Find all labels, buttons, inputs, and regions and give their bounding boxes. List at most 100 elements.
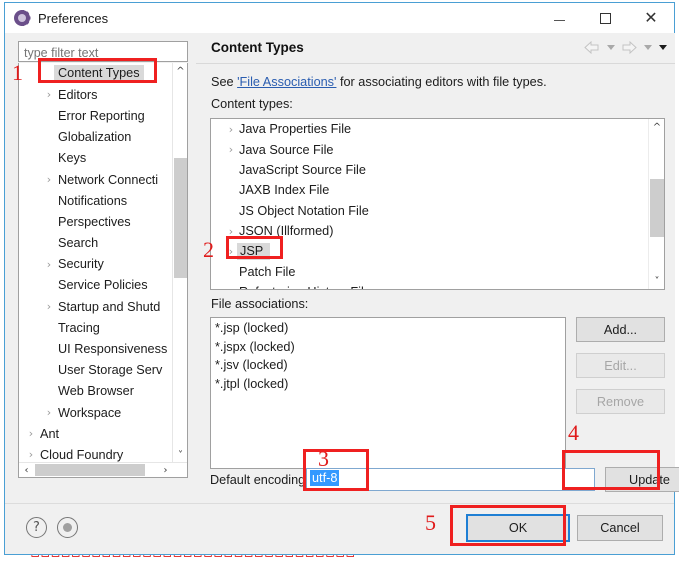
- content-type-label: JavaScript Source File: [239, 162, 366, 177]
- sidebar-item-label: UI Responsiveness: [58, 342, 168, 357]
- sidebar-item-keys[interactable]: Keys: [19, 148, 173, 169]
- preferences-gear-icon: [14, 10, 30, 26]
- tree-hscrollbar-thumb[interactable]: [35, 464, 145, 476]
- file-association-row[interactable]: *.jspx (locked): [215, 340, 565, 359]
- file-association-row[interactable]: *.jsp (locked): [215, 321, 565, 340]
- window-controls: ✕: [536, 3, 674, 33]
- chevron-right-icon[interactable]: ›: [41, 173, 57, 186]
- annotation-number-4: 4: [568, 420, 579, 445]
- chevron-right-icon[interactable]: ›: [23, 448, 39, 461]
- sidebar-item-content-types[interactable]: Content Types: [19, 63, 173, 84]
- sidebar-item-label: Workspace: [58, 405, 122, 420]
- sidebar-item-label: Cloud Foundry: [40, 447, 124, 462]
- view-menu-icon[interactable]: [656, 39, 669, 56]
- maximize-button[interactable]: [582, 3, 628, 33]
- ct-scroll-down-icon[interactable]: ˅: [649, 273, 664, 289]
- chevron-right-icon[interactable]: ›: [41, 258, 57, 271]
- content-type-row[interactable]: JS Object Notation File: [211, 201, 648, 221]
- maximize-icon: [599, 12, 611, 24]
- tree-scroll-area: Content Types › Editors Error Reporting Glob…: [19, 63, 173, 463]
- ok-button[interactable]: OK: [466, 514, 570, 542]
- see-prefix: See: [211, 75, 238, 89]
- chevron-right-icon[interactable]: ›: [41, 406, 57, 419]
- sidebar-item-startup-and-shutd[interactable]: › Startup and Shutd: [19, 296, 173, 317]
- content-type-row[interactable]: › Java Source File: [211, 139, 648, 159]
- chevron-right-icon[interactable]: ›: [23, 427, 39, 440]
- content-type-label: JS Object Notation File: [239, 203, 369, 218]
- clipped-caption-text: ▫▫▫▫▫▫▫▫▫▫▫▫▫▫▫▫▫▫▫▫▫▫▫▫▫▫▫▫▫▫▫▫: [0, 555, 679, 562]
- sidebar-item-security[interactable]: › Security: [19, 254, 173, 275]
- sidebar-item-service-policies[interactable]: Service Policies: [19, 275, 173, 296]
- cancel-button[interactable]: Cancel: [577, 515, 663, 541]
- sidebar-item-label: Security: [58, 257, 104, 272]
- sidebar-item-workspace[interactable]: › Workspace: [19, 402, 173, 423]
- tree-scroll-left-icon[interactable]: ‹: [19, 463, 34, 478]
- ct-scroll-up-icon[interactable]: ^: [649, 119, 664, 135]
- sidebar-item-error-reporting[interactable]: Error Reporting: [19, 105, 173, 126]
- minimize-button[interactable]: [536, 3, 582, 33]
- sidebar-item-globalization[interactable]: Globalization: [19, 127, 173, 148]
- tree-vertical-scrollbar[interactable]: ^ ˅: [172, 63, 187, 463]
- content-type-row[interactable]: Patch File: [211, 262, 648, 282]
- apply-circle-icon[interactable]: [57, 517, 78, 538]
- sidebar-item-cloud-foundry[interactable]: › Cloud Foundry: [19, 444, 173, 463]
- file-association-row[interactable]: *.jtpl (locked): [215, 377, 565, 396]
- update-encoding-button[interactable]: Update: [605, 467, 679, 492]
- sidebar-item-label: Startup and Shutd: [58, 299, 161, 314]
- chevron-right-icon[interactable]: ›: [223, 225, 239, 238]
- content-type-label: Java Source File: [239, 142, 334, 157]
- file-association-row[interactable]: *.jsv (locked): [215, 358, 565, 377]
- help-icon[interactable]: ?: [26, 517, 47, 538]
- tree-scrollbar-thumb[interactable]: [174, 158, 187, 278]
- content-types-scrollbar[interactable]: ^ ˅: [648, 119, 664, 289]
- sidebar-item-label: Web Browser: [58, 384, 134, 399]
- sidebar-item-tracing[interactable]: Tracing: [19, 317, 173, 338]
- sidebar-item-perspectives[interactable]: Perspectives: [19, 211, 173, 232]
- edit-button: Edit...: [576, 353, 665, 378]
- default-encoding-input[interactable]: utf-8: [306, 468, 595, 491]
- annotation-number-2: 2: [203, 237, 214, 262]
- file-associations-link[interactable]: 'File Associations': [237, 75, 336, 89]
- back-arrow-icon[interactable]: [582, 39, 602, 56]
- content-type-row[interactable]: › Java Properties File: [211, 119, 648, 139]
- annotation-number-5: 5: [425, 510, 436, 535]
- content-type-row[interactable]: Refactoring History File: [211, 282, 648, 289]
- content-type-row[interactable]: › JSON (Illformed): [211, 221, 648, 241]
- ct-scrollbar-thumb[interactable]: [650, 179, 664, 237]
- sidebar-item-web-browser[interactable]: Web Browser: [19, 381, 173, 402]
- sidebar-item-editors[interactable]: › Editors: [19, 84, 173, 105]
- forward-arrow-icon[interactable]: [619, 39, 639, 56]
- content-type-label: JSON (Illformed): [239, 224, 334, 239]
- chevron-right-icon[interactable]: ›: [223, 143, 239, 156]
- chevron-right-icon[interactable]: ›: [41, 300, 57, 313]
- add-button[interactable]: Add...: [576, 317, 665, 342]
- content-type-row[interactable]: JavaScript Source File: [211, 160, 648, 180]
- file-associations-list[interactable]: *.jsp (locked) *.jspx (locked) *.jsv (lock…: [210, 317, 566, 469]
- tree-scroll-up-icon[interactable]: ^: [173, 63, 187, 79]
- sidebar-item-ant[interactable]: › Ant: [19, 423, 173, 444]
- sidebar-item-network-connecti[interactable]: › Network Connecti: [19, 169, 173, 190]
- window-title: Preferences: [38, 10, 109, 26]
- sidebar-item-search[interactable]: Search: [19, 233, 173, 254]
- content-types-label: Content types:: [211, 97, 293, 111]
- sidebar-item-label: Content Types: [54, 65, 144, 83]
- content-type-row[interactable]: JAXB Index File: [211, 180, 648, 200]
- title-bar: Preferences ✕: [5, 3, 674, 33]
- back-dropdown-icon[interactable]: [604, 39, 617, 56]
- nav-toolbar: [582, 39, 669, 56]
- tree-scroll-right-icon[interactable]: ›: [158, 463, 173, 478]
- forward-dropdown-icon[interactable]: [641, 39, 654, 56]
- chevron-right-icon[interactable]: ›: [223, 123, 239, 136]
- sidebar-item-notifications[interactable]: Notifications: [19, 190, 173, 211]
- default-encoding-row: Default encoding utf-8 Update: [196, 465, 679, 497]
- content-header-band: Content Types: [196, 33, 675, 64]
- sidebar-item-label: Perspectives: [58, 214, 131, 229]
- sidebar-item-user-storage-serv[interactable]: User Storage Serv: [19, 360, 173, 381]
- close-button[interactable]: ✕: [628, 3, 674, 33]
- chevron-right-icon[interactable]: ›: [41, 88, 57, 101]
- content-type-row[interactable]: › JSP: [211, 241, 648, 261]
- tree-horizontal-scrollbar[interactable]: ‹ ›: [19, 462, 187, 478]
- search-input[interactable]: [18, 41, 188, 62]
- sidebar-item-ui-responsiveness[interactable]: UI Responsiveness: [19, 338, 173, 359]
- tree-scroll-down-icon[interactable]: ˅: [173, 447, 187, 463]
